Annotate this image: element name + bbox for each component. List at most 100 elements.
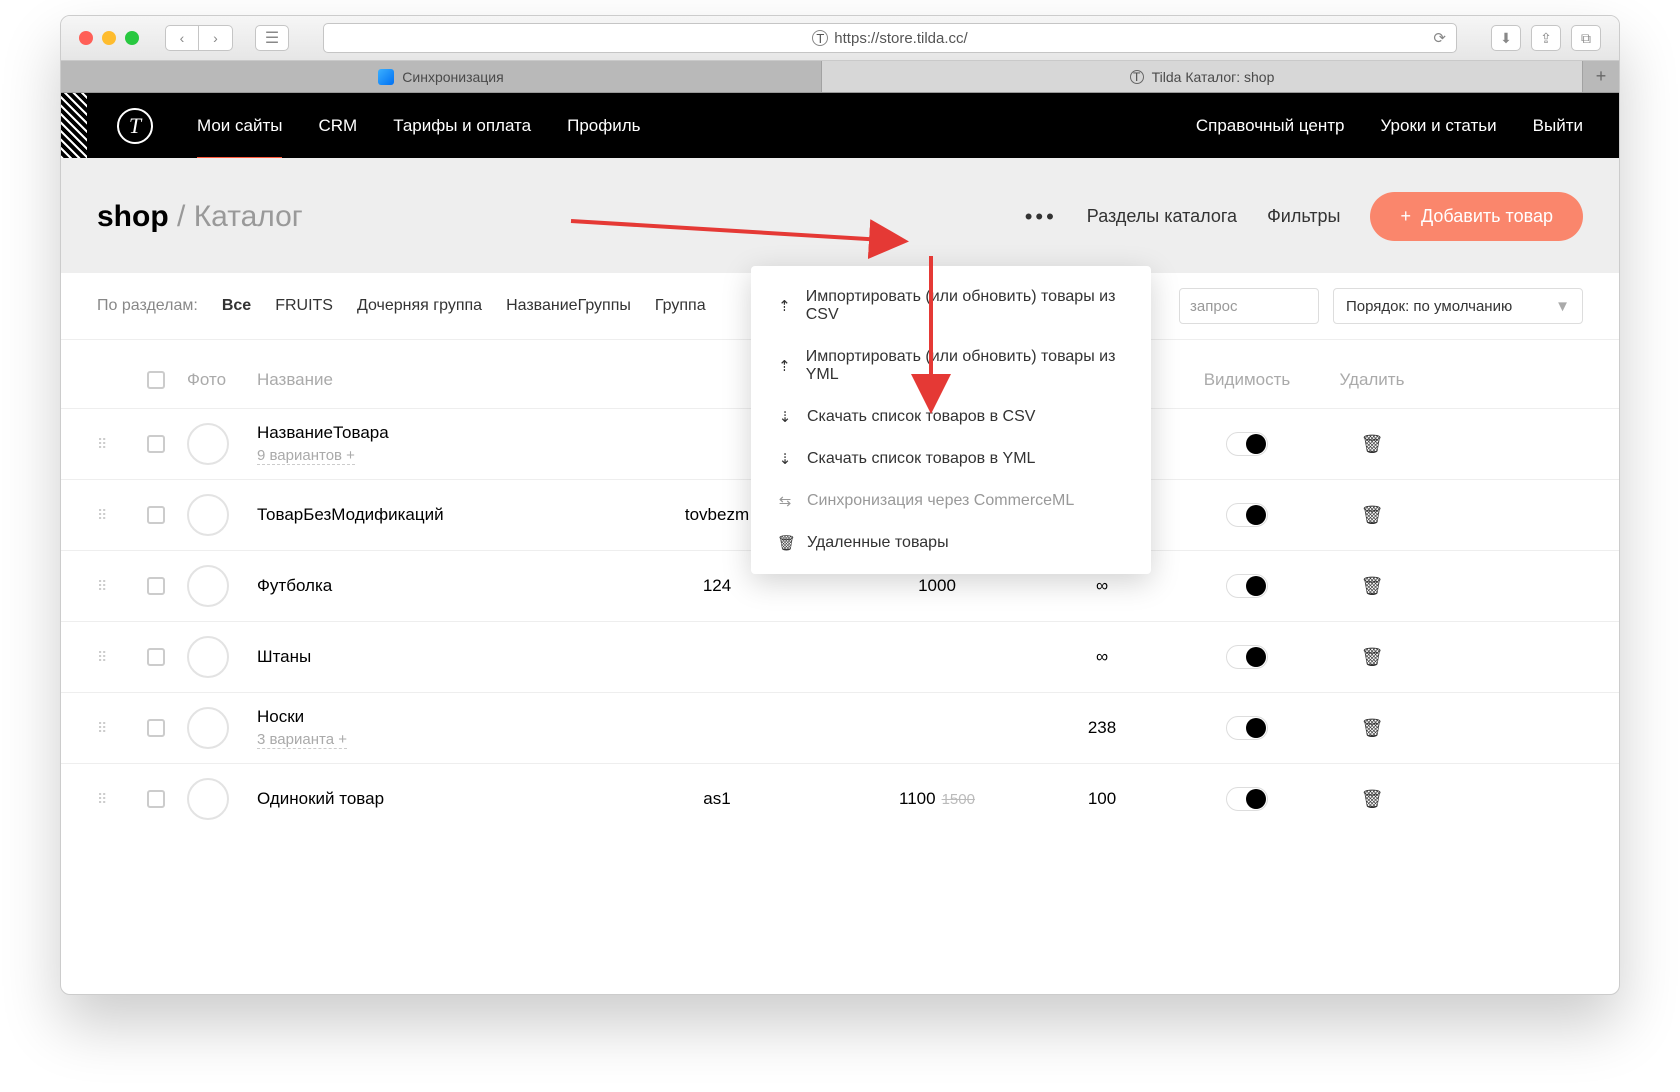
delete-button[interactable]: 🗑 [1317,505,1427,526]
row-checkbox[interactable] [147,506,165,524]
table-row[interactable]: ⠿ Штаны ∞ 🗑 [61,621,1619,692]
visibility-toggle[interactable] [1226,432,1268,456]
product-price: 11001500 [847,789,1027,809]
product-thumbnail[interactable] [187,423,229,465]
filter-all[interactable]: Все [222,297,251,315]
delete-button[interactable]: 🗑 [1317,647,1427,668]
variants-link[interactable]: 3 варианта + [257,731,347,749]
add-product-button[interactable]: +Добавить товар [1370,192,1583,241]
sidebar-toggle[interactable]: ☰ [255,25,289,51]
visibility-toggle[interactable] [1226,503,1268,527]
product-thumbnail[interactable] [187,565,229,607]
select-all-checkbox[interactable] [147,371,165,389]
dropdown-item[interactable]: ⇣Скачать список товаров в CSV [751,396,1151,438]
delete-button[interactable]: 🗑 [1317,789,1427,810]
tilda-logo[interactable]: T [117,108,153,144]
dropdown-label: Синхронизация через CommerceML [807,492,1074,510]
drag-handle-icon[interactable]: ⠿ [97,578,147,595]
visibility-toggle[interactable] [1226,716,1268,740]
dropdown-label: Скачать список товаров в YML [807,450,1035,468]
dropdown-label: Импортировать (или обновить) товары из Y… [806,348,1125,384]
nav-logout[interactable]: Выйти [1533,116,1583,136]
breadcrumb: shop / Каталог [97,200,303,234]
table-row[interactable]: ⠿ Носки3 варианта + 238 🗑 [61,692,1619,763]
delete-button[interactable]: 🗑 [1317,434,1427,455]
row-checkbox[interactable] [147,719,165,737]
visibility-toggle[interactable] [1226,645,1268,669]
table-row[interactable]: ⠿ Одинокий товар as1 11001500 100 🗑 [61,763,1619,834]
dropdown-item[interactable]: ⇡Импортировать (или обновить) товары из … [751,336,1151,396]
filter-child-group[interactable]: Дочерняя группа [357,297,482,315]
back-button[interactable]: ‹ [165,25,199,51]
nav-pricing[interactable]: Тарифы и оплата [393,116,531,136]
tab-sync[interactable]: Синхронизация [61,61,822,92]
delete-button[interactable]: 🗑 [1317,718,1427,739]
browser-toolbar: ‹ › ☰ T https://store.tilda.cc/ ⟳ ⬇ ⇪ ⧉ [61,16,1619,61]
search-input[interactable]: запрос [1179,288,1319,324]
tab-catalog[interactable]: TTilda Каталог: shop [822,61,1583,92]
main-nav: T Мои сайты CRM Тарифы и оплата Профиль … [61,93,1619,158]
visibility-toggle[interactable] [1226,574,1268,598]
drag-handle-icon[interactable]: ⠿ [97,649,147,666]
nav-crm[interactable]: CRM [318,116,357,136]
product-sku: as1 [587,789,847,809]
dropdown-icon: ⇣ [777,408,793,426]
dropdown-item[interactable]: ⇡ Импортировать (или обновить) товары из … [751,276,1151,336]
row-checkbox[interactable] [147,577,165,595]
row-checkbox[interactable] [147,648,165,666]
downloads-icon[interactable]: ⬇ [1491,25,1521,51]
filters-link[interactable]: Фильтры [1267,206,1340,227]
dropdown-icon: 🗑 [777,534,793,552]
visibility-toggle[interactable] [1226,787,1268,811]
drag-handle-icon[interactable]: ⠿ [97,507,147,524]
page-header: shop / Каталог ••• Разделы каталога Филь… [61,158,1619,273]
sort-select[interactable]: Порядок: по умолчанию▼ [1333,288,1583,324]
chevron-down-icon: ▼ [1555,298,1570,315]
product-thumbnail[interactable] [187,707,229,749]
product-name: Носки [257,707,587,727]
forward-button[interactable]: › [199,25,233,51]
product-thumbnail[interactable] [187,636,229,678]
nav-profile[interactable]: Профиль [567,116,640,136]
filter-fruits[interactable]: FRUITS [275,297,333,315]
variants-link[interactable]: 9 вариантов + [257,447,355,465]
dropdown-icon: ⇣ [777,450,793,468]
dropdown-item[interactable]: ⇣ Скачать список товаров в YML [751,438,1151,480]
dropdown-item[interactable]: ⇆Синхронизация через CommerceML [751,480,1151,522]
product-qty: ∞ [1027,647,1177,667]
maximize-window[interactable] [125,31,139,45]
catalog-sections-link[interactable]: Разделы каталога [1087,206,1237,227]
minimize-window[interactable] [102,31,116,45]
product-qty: ∞ [1027,576,1177,596]
col-name: Название [257,370,587,390]
product-price: 1000 [847,576,1027,596]
delete-button[interactable]: 🗑 [1317,576,1427,597]
drag-handle-icon[interactable]: ⠿ [97,436,147,453]
row-checkbox[interactable] [147,435,165,453]
nav-help[interactable]: Справочный центр [1196,116,1345,136]
col-delete: Удалить [1317,370,1427,390]
product-thumbnail[interactable] [187,494,229,536]
drag-handle-icon[interactable]: ⠿ [97,720,147,737]
dropdown-label: Импортировать (или обновить) товары из C… [806,288,1125,324]
product-name: Одинокий товар [257,789,587,809]
product-name: НазваниеТовара [257,423,587,443]
filter-group[interactable]: Группа [655,297,706,315]
nav-my-sites[interactable]: Мои сайты [197,116,282,160]
nav-tutorials[interactable]: Уроки и статьи [1381,116,1497,136]
product-thumbnail[interactable] [187,778,229,820]
share-icon[interactable]: ⇪ [1531,25,1561,51]
row-checkbox[interactable] [147,790,165,808]
drag-handle-icon[interactable]: ⠿ [97,791,147,808]
filter-group-name[interactable]: НазваниеГруппы [506,297,631,315]
col-visibility: Видимость [1177,370,1317,390]
address-bar[interactable]: T https://store.tilda.cc/ ⟳ [323,23,1457,53]
dropdown-icon: ⇡ [777,297,792,315]
reload-icon[interactable]: ⟳ [1433,29,1446,47]
product-name: Футболка [257,576,587,596]
dropdown-item[interactable]: 🗑Удаленные товары [751,522,1151,564]
tabs-icon[interactable]: ⧉ [1571,25,1601,51]
new-tab-button[interactable]: + [1583,61,1619,92]
more-menu-button[interactable]: ••• [1025,204,1057,230]
close-window[interactable] [79,31,93,45]
